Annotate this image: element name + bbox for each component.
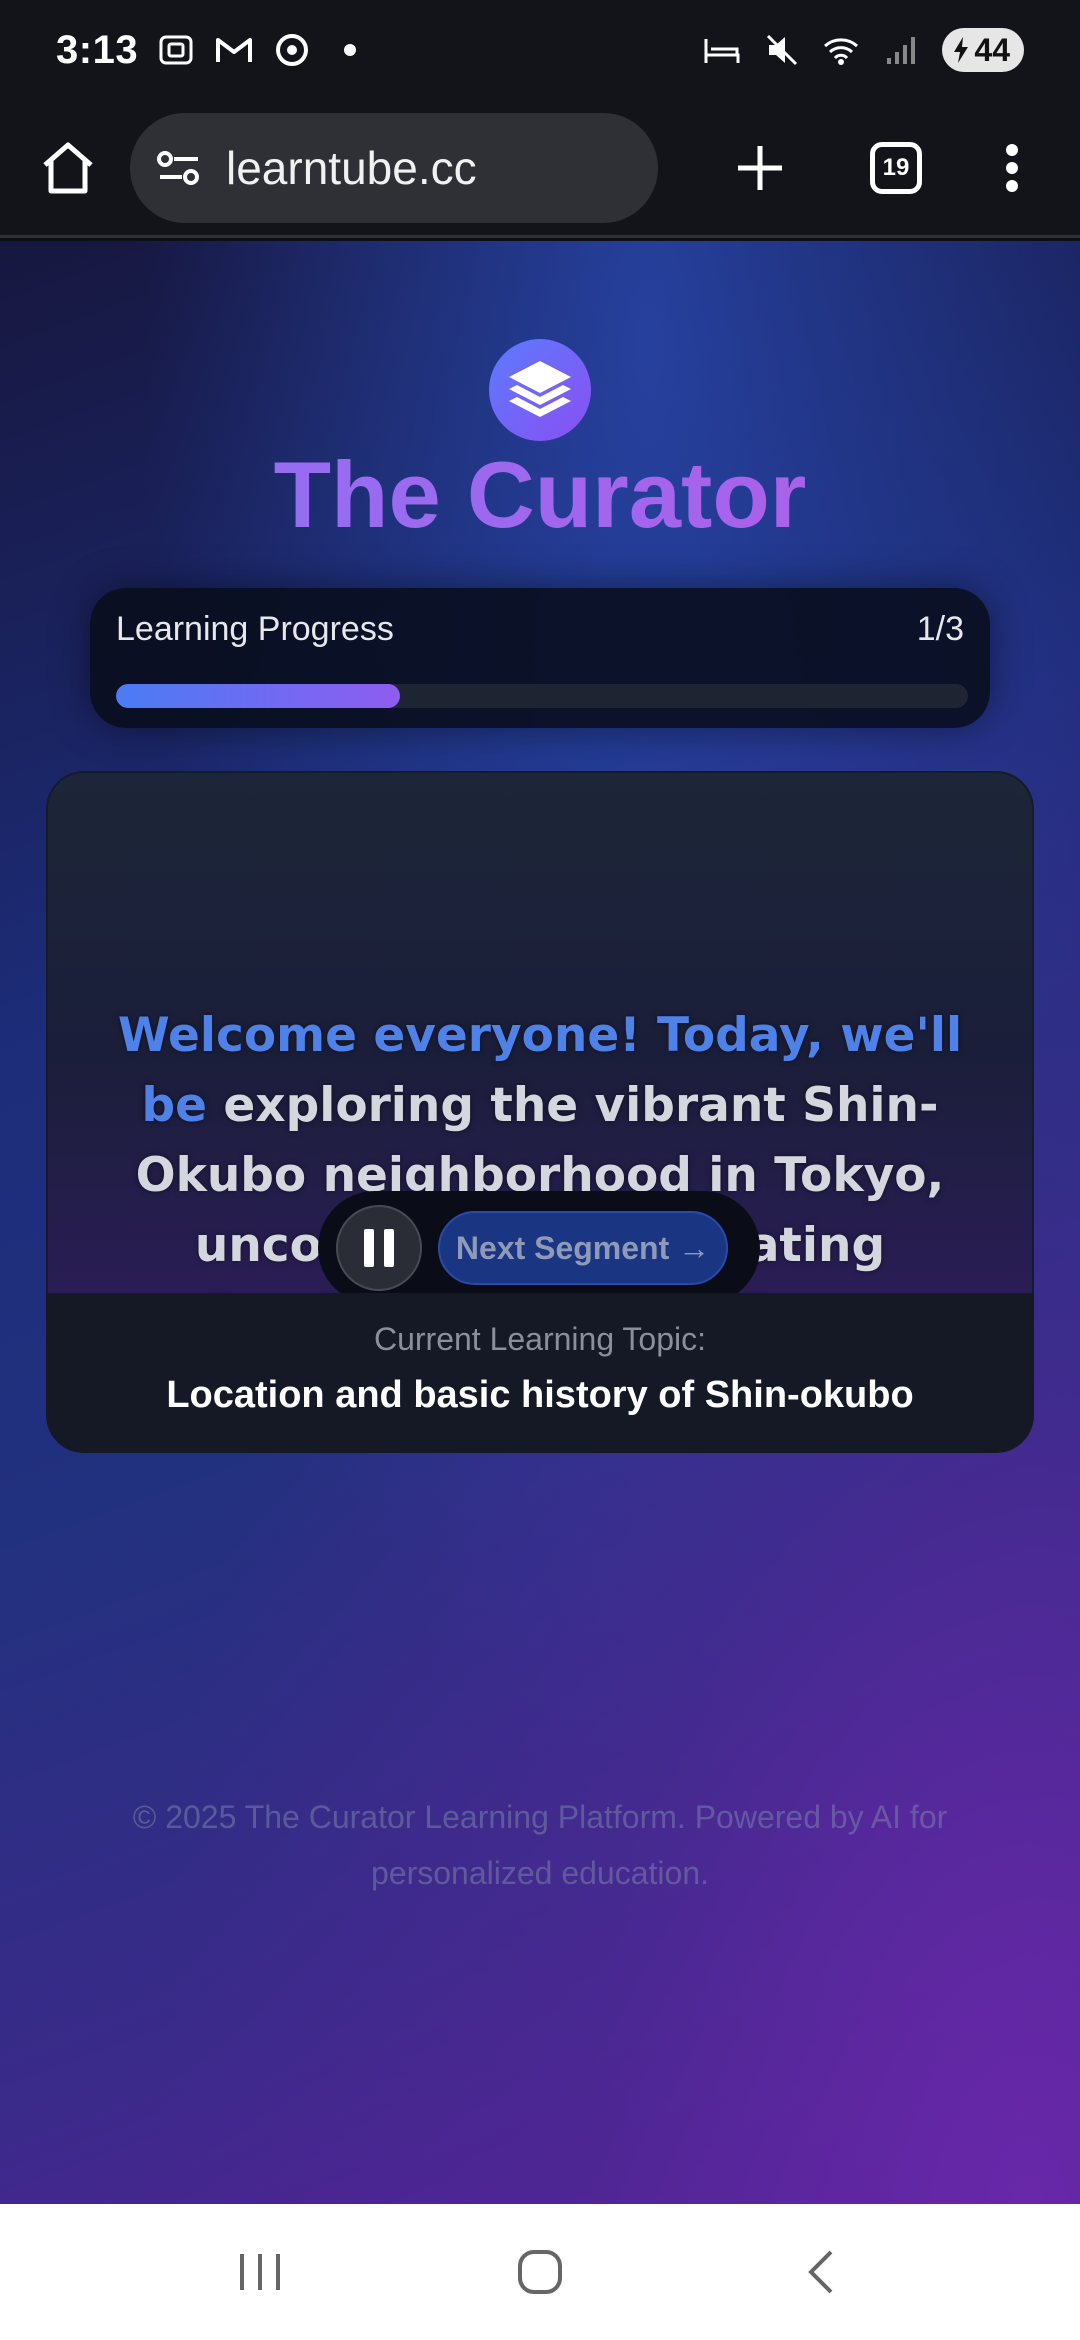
status-time: 3:13	[56, 27, 139, 72]
chrome-icon	[272, 30, 312, 70]
tab-count: 19	[870, 141, 922, 194]
page-content: The Curator Learning Progress 1/3 Welcom…	[0, 241, 1080, 2204]
pause-icon-bar	[384, 1229, 394, 1267]
progress-fill	[116, 684, 400, 708]
pause-button[interactable]	[336, 1205, 422, 1291]
mute-icon	[762, 30, 802, 70]
recents-button[interactable]	[210, 2232, 310, 2312]
back-icon	[808, 2250, 833, 2294]
home-nav-button[interactable]	[490, 2232, 590, 2312]
status-left: 3:13	[56, 28, 370, 73]
tab-switcher-button[interactable]: 19	[858, 130, 934, 206]
playback-controls: Next Segment →	[318, 1191, 760, 1305]
address-bar[interactable]: learntube.cc	[130, 112, 658, 223]
new-tab-button[interactable]	[722, 130, 798, 206]
plus-icon	[738, 145, 782, 190]
back-button[interactable]	[770, 2232, 870, 2312]
footer-text: © 2025 The Curator Learning Platform. Po…	[132, 1799, 948, 1891]
gmail-icon	[214, 30, 254, 70]
recents-icon	[240, 2254, 280, 2290]
dot-icon	[330, 30, 370, 70]
menu-button[interactable]	[974, 130, 1050, 206]
home-icon	[43, 142, 93, 193]
next-segment-button[interactable]: Next Segment →	[438, 1211, 728, 1285]
topic-label: Current Learning Topic:	[373, 1321, 707, 1357]
progress-value: 1/3	[916, 610, 964, 648]
home-circle-icon	[518, 2250, 562, 2294]
current-topic-card: Current Learning Topic: Location and bas…	[46, 1293, 1034, 1453]
status-bar: 3:13 44	[0, 0, 1080, 100]
wifi-icon	[822, 30, 862, 70]
learning-progress-card: Learning Progress 1/3	[90, 588, 990, 728]
more-vert-icon	[1006, 143, 1018, 192]
browser-toolbar: learntube.cc 19	[0, 100, 1080, 238]
layers-icon	[509, 361, 571, 417]
url-text: learntube.cc	[226, 141, 477, 194]
screenshot-icon	[156, 30, 196, 70]
system-nav-bar	[0, 2204, 1080, 2340]
page-title: The Curator	[0, 441, 1080, 549]
sleep-mode-icon	[702, 30, 742, 70]
topic-value: Location and basic history of Shin-okubo	[166, 1374, 914, 1416]
signal-icon	[882, 30, 922, 70]
charging-icon	[954, 37, 969, 63]
battery-indicator: 44	[942, 28, 1024, 72]
app-logo	[489, 339, 591, 441]
site-settings-icon[interactable]	[156, 148, 202, 188]
progress-label: Learning Progress	[116, 610, 394, 648]
progress-bar	[116, 684, 968, 708]
status-right: 44	[702, 28, 1024, 72]
pause-icon	[364, 1229, 374, 1267]
home-button[interactable]	[30, 130, 106, 206]
battery-level: 44	[974, 31, 1010, 68]
